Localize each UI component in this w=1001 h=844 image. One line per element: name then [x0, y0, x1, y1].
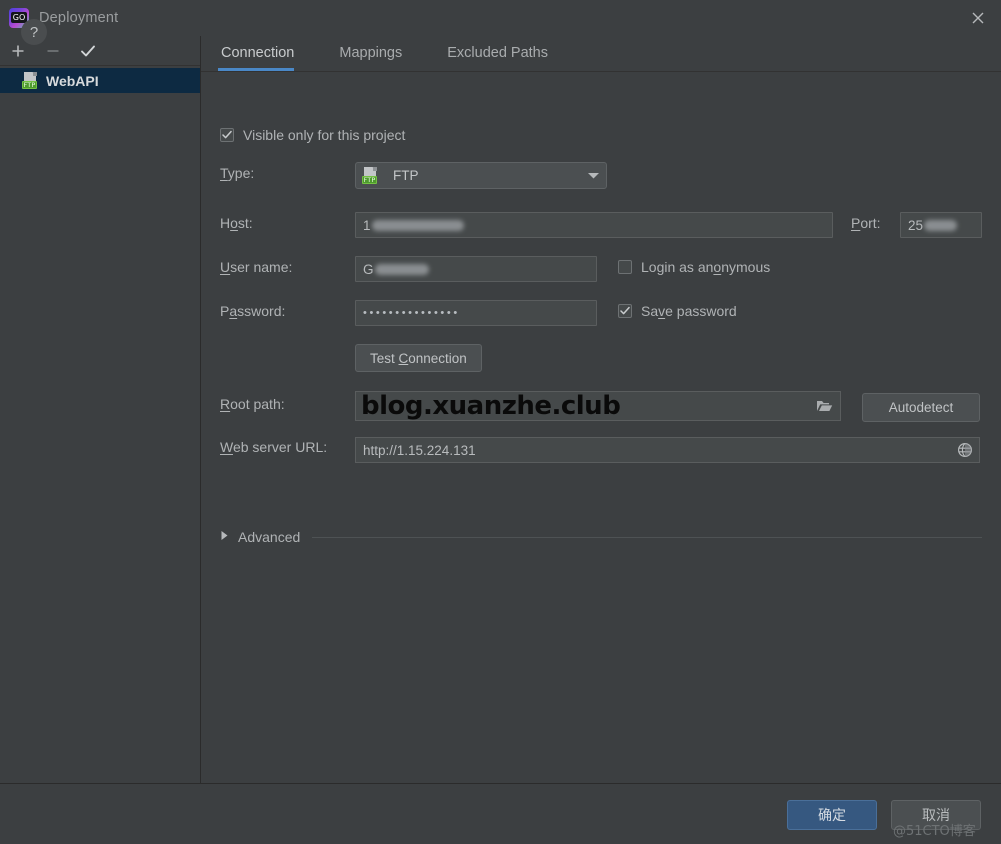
check-icon — [222, 130, 232, 139]
tab-connection[interactable]: Connection — [218, 36, 312, 71]
web-server-url-input[interactable]: http://1.15.224.131 — [355, 437, 980, 463]
login-anonymous-label: Login as anonymous — [641, 259, 771, 275]
chevron-down-icon — [587, 167, 600, 185]
advanced-label: Advanced — [238, 529, 301, 545]
help-icon[interactable]: ? — [21, 19, 47, 45]
folder-icon[interactable] — [816, 399, 833, 418]
settings-tabs: Connection Mappings Excluded Paths — [201, 36, 1001, 72]
ftp-badge-label: FTP — [22, 81, 37, 89]
user-name-input[interactable]: G — [355, 256, 597, 282]
web-server-url-value: http://1.15.224.131 — [363, 442, 476, 458]
server-name-label: WebAPI — [46, 72, 99, 89]
checkbox-box — [618, 260, 632, 274]
add-server-button[interactable] — [8, 41, 28, 61]
list-item[interactable]: FTP WebAPI — [0, 68, 200, 93]
port-label: Port: — [851, 215, 881, 231]
ftp-server-icon: FTP — [362, 167, 379, 184]
deployment-dialog: GO Deployment FTP WebAPI Connection Mapp… — [0, 0, 1001, 844]
visible-only-checkbox[interactable]: Visible only for this project — [220, 127, 405, 143]
server-list: FTP WebAPI — [0, 66, 200, 93]
tab-mappings[interactable]: Mappings — [336, 36, 420, 71]
autodetect-button[interactable]: Autodetect — [862, 393, 980, 422]
port-input[interactable]: 25 — [900, 212, 982, 238]
check-icon — [620, 306, 630, 315]
test-connection-button[interactable]: Test Connection — [355, 344, 482, 372]
close-icon[interactable] — [955, 0, 1001, 36]
ftp-server-icon: FTP — [22, 72, 39, 89]
save-password-checkbox[interactable]: Save password — [618, 303, 737, 319]
host-label: Host: — [220, 215, 253, 231]
password-label: Password: — [220, 303, 286, 319]
visible-only-label: Visible only for this project — [243, 127, 406, 143]
root-path-input[interactable]: blog.xuanzhe.club — [355, 391, 841, 421]
connection-settings-panel: Connection Mappings Excluded Paths Visib… — [201, 36, 1001, 783]
help-label: ? — [29, 23, 39, 41]
set-default-server-button[interactable] — [78, 41, 98, 61]
save-password-label: Save password — [641, 303, 737, 319]
checkbox-box — [618, 304, 632, 318]
autodetect-label: Autodetect — [888, 400, 954, 415]
ok-button[interactable]: 确定 — [787, 800, 877, 830]
user-name-redaction — [374, 263, 429, 275]
user-name-value: G — [363, 261, 374, 277]
root-path-label: Root path: — [220, 396, 285, 412]
host-input[interactable]: 1 — [355, 212, 833, 238]
host-value: 1 — [363, 217, 371, 233]
web-server-url-label: Web server URL: — [220, 439, 328, 455]
remove-server-button[interactable] — [43, 41, 63, 61]
password-value: ••••••••••••••• — [363, 307, 460, 319]
type-label: Type: — [220, 165, 255, 181]
user-name-label: User name: — [220, 259, 293, 275]
ftp-badge-label: FTP — [362, 176, 377, 184]
cancel-button[interactable]: 取消 — [891, 800, 981, 830]
root-path-value: blog.xuanzhe.club — [361, 391, 621, 421]
test-connection-label: Test Connection — [370, 350, 467, 366]
globe-icon[interactable] — [957, 442, 973, 461]
type-value: FTP — [393, 168, 419, 183]
port-value: 25 — [908, 217, 924, 233]
password-input[interactable]: ••••••••••••••• — [355, 300, 597, 326]
server-list-panel: FTP WebAPI — [0, 36, 201, 783]
tab-excluded-paths[interactable]: Excluded Paths — [444, 36, 566, 71]
port-redaction — [924, 219, 958, 231]
title-bar: GO Deployment — [0, 0, 1001, 36]
host-redaction — [371, 219, 464, 231]
advanced-section-toggle[interactable]: Advanced — [220, 524, 982, 550]
login-anonymous-checkbox[interactable]: Login as anonymous — [618, 259, 770, 275]
window-title: Deployment — [39, 10, 119, 26]
triangle-right-icon — [220, 528, 229, 546]
advanced-divider — [312, 536, 982, 538]
type-dropdown[interactable]: FTP FTP — [355, 162, 607, 189]
checkbox-box — [220, 128, 234, 142]
